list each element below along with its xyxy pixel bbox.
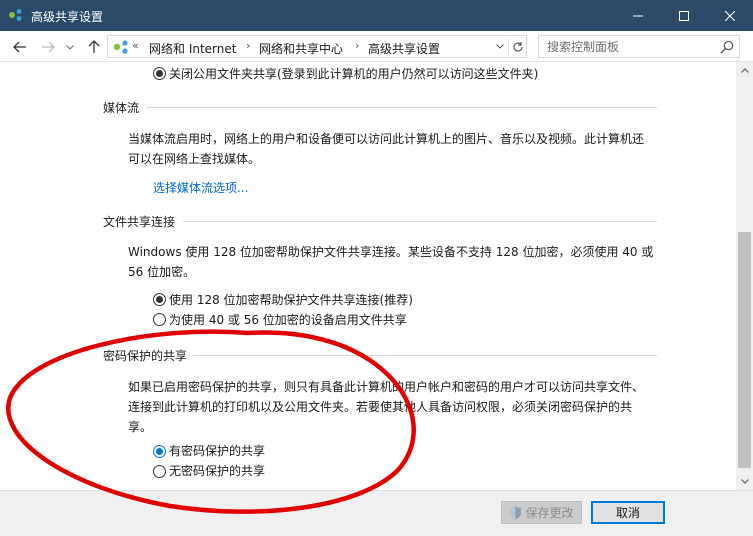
media-description: 当媒体流启用时，网络上的用户和设备便可以访问此计算机上的图片、音乐以及视频。此计… — [128, 129, 644, 169]
cancel-button[interactable]: 取消 — [591, 501, 665, 524]
radio-label-128bit-encryption[interactable]: 使用 128 位加密帮助保护文件共享连接(推荐) — [169, 291, 413, 308]
file-sharing-description: Windows 使用 128 位加密帮助保护文件共享连接。某些设备不支持 128… — [128, 242, 653, 282]
search-input[interactable] — [539, 36, 709, 57]
password-description-line: 如果已启用密码保护的共享，则只有具备此计算机的用户帐户和密码的用户才可以访问共享… — [128, 380, 645, 394]
chevron-down-icon — [66, 44, 74, 50]
footer-bar: 保存更改 取消 — [0, 490, 753, 536]
minimize-icon — [633, 15, 643, 16]
section-divider — [147, 107, 657, 108]
save-changes-button[interactable]: 保存更改 — [501, 501, 582, 524]
arrow-left-icon — [13, 41, 26, 53]
scrollbar-thumb[interactable] — [738, 232, 751, 468]
section-divider — [193, 355, 657, 356]
radio-password-protected-off[interactable] — [153, 465, 166, 478]
address-bar[interactable]: « 网络和 Internet › 网络和共享中心 › 高级共享设置 — [107, 35, 527, 58]
refresh-button[interactable] — [508, 37, 526, 56]
vertical-scrollbar[interactable] — [736, 62, 753, 490]
media-streaming-options-link[interactable]: 选择媒体流选项... — [153, 179, 248, 196]
chevron-down-icon — [740, 479, 749, 484]
address-dropdown-button[interactable] — [493, 38, 507, 55]
password-description-line: 连接到此计算机的打印机以及公用文件夹。若要使其他人具备访问权限，必须关闭密码保护… — [128, 400, 633, 414]
radio-label-40-56bit-encryption[interactable]: 为使用 40 或 56 位加密的设备启用文件共享 — [169, 311, 407, 328]
radio-label-password-protected-off[interactable]: 无密码保护的共享 — [169, 462, 265, 479]
title-bar: 高级共享设置 — [0, 0, 753, 31]
chevron-up-icon — [740, 68, 749, 73]
breadcrumb-overflow[interactable]: « — [132, 39, 139, 52]
search-icon[interactable] — [719, 39, 735, 55]
file-sharing-description-line: 56 位加密。 — [128, 265, 196, 279]
media-description-line: 当媒体流启用时，网络上的用户和设备便可以访问此计算机上的图片、音乐以及视频。此计… — [128, 132, 645, 146]
close-button[interactable] — [707, 0, 753, 31]
breadcrumb-separator[interactable]: › — [355, 39, 359, 52]
navigation-bar: « 网络和 Internet › 网络和共享中心 › 高级共享设置 — [0, 31, 753, 62]
password-sharing-description: 如果已启用密码保护的共享，则只有具备此计算机的用户帐户和密码的用户才可以访问共享… — [128, 377, 644, 437]
scroll-down-button[interactable] — [736, 473, 753, 490]
breadcrumb-network-center[interactable]: 网络和共享中心 — [259, 40, 343, 57]
minimize-button[interactable] — [615, 0, 661, 31]
scroll-up-button[interactable] — [736, 62, 753, 79]
arrow-up-icon — [88, 40, 100, 53]
radio-disable-public-folder[interactable] — [153, 67, 166, 80]
section-divider — [183, 221, 657, 222]
section-title-file-sharing: 文件共享连接 — [103, 215, 176, 229]
search-box[interactable] — [538, 35, 740, 58]
network-location-icon — [113, 40, 128, 54]
settings-content: 关闭公用文件夹共享(登录到此计算机的用户仍然可以访问这些文件夹) 媒体流 当媒体… — [0, 62, 736, 490]
back-button[interactable] — [10, 37, 30, 57]
forward-button[interactable] — [38, 37, 58, 57]
radio-label-password-protected-on[interactable]: 有密码保护的共享 — [169, 442, 265, 459]
window-title: 高级共享设置 — [31, 10, 104, 24]
up-button[interactable] — [84, 37, 104, 57]
radio-password-protected-on[interactable] — [153, 445, 166, 458]
maximize-icon — [679, 10, 689, 21]
network-icon — [9, 9, 22, 21]
breadcrumb-network-internet[interactable]: 网络和 Internet — [149, 40, 236, 57]
breadcrumb-advanced-sharing[interactable]: 高级共享设置 — [368, 40, 440, 57]
close-icon — [725, 10, 735, 21]
recent-locations-button[interactable] — [63, 37, 77, 57]
radio-label-disable-public-folder[interactable]: 关闭公用文件夹共享(登录到此计算机的用户仍然可以访问这些文件夹) — [169, 65, 538, 82]
refresh-icon — [512, 41, 523, 52]
breadcrumb-separator[interactable]: › — [246, 39, 250, 52]
maximize-button[interactable] — [661, 0, 707, 31]
file-sharing-description-line: Windows 使用 128 位加密帮助保护文件共享连接。某些设备不支持 128… — [128, 245, 654, 259]
password-description-line: 享。 — [128, 420, 153, 434]
chevron-down-icon — [496, 44, 504, 49]
cancel-label: 取消 — [615, 506, 640, 520]
section-title-password-sharing: 密码保护的共享 — [103, 349, 188, 363]
arrow-right-icon — [42, 41, 55, 53]
shield-icon — [510, 506, 522, 519]
media-description-line: 可以在网络上查找媒体。 — [128, 152, 261, 166]
radio-40-56bit-encryption[interactable] — [153, 313, 166, 326]
save-changes-label: 保存更改 — [525, 506, 574, 520]
section-title-media: 媒体流 — [103, 101, 140, 115]
radio-128bit-encryption[interactable] — [153, 293, 166, 306]
